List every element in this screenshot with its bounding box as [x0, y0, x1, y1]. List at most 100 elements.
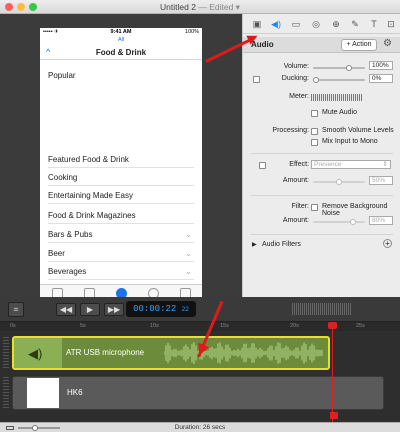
phone-time: 9:41 AM — [110, 29, 132, 35]
list-item[interactable]: Beverages ⌄ — [48, 264, 194, 280]
track-handle[interactable] — [3, 377, 9, 409]
effect-label: Effect: — [289, 161, 309, 168]
callout-icon[interactable]: ◎ — [310, 18, 322, 30]
effect-select-value: Presence — [314, 161, 342, 168]
track-name: HK6 — [67, 388, 83, 397]
remove-noise-checkbox[interactable] — [311, 204, 318, 211]
all-link[interactable]: All — [40, 37, 202, 43]
battery-level: 100% — [184, 29, 199, 35]
ruler-tick: 20s — [290, 323, 299, 329]
rewind-button[interactable]: ◀◀ — [56, 303, 76, 316]
list-item[interactable]: Bars & Pubs ⌄ — [48, 227, 194, 243]
category-title: Food & Drink — [95, 48, 147, 57]
ruler-tick: 15s — [220, 323, 229, 329]
playhead-handle[interactable] — [328, 322, 337, 329]
add-filter-icon[interactable]: + — [383, 239, 392, 248]
smooth-volume-checkbox[interactable] — [311, 128, 318, 135]
window-title: Untitled 2 — Edited ▾ — [0, 2, 400, 13]
mix-to-mono-checkbox[interactable] — [311, 139, 318, 146]
divider — [251, 195, 393, 196]
audio-section-header: Audio + Action ⚙ — [243, 37, 400, 53]
ruler-tick: 0s — [10, 323, 16, 329]
list-item-label: Entertaining Made Easy — [48, 191, 133, 200]
fast-forward-button[interactable]: ▶▶ — [104, 303, 124, 316]
effect-amount-field[interactable]: 50% — [369, 176, 393, 185]
playhead-end-marker[interactable] — [330, 412, 338, 419]
text-icon[interactable]: T — [368, 18, 380, 30]
audio-track-clip[interactable]: ◀) ATR USB microphone — [12, 336, 330, 370]
effect-amount-slider[interactable] — [313, 179, 365, 185]
iphone-screen: ••••• ✈ 9:41 AM 100% All ^ Food & Drink … — [40, 28, 202, 311]
properties-panel: ▣ ◀) ▭ ◎ ⊕ ✎ T ⊡ Audio + Action ⚙ Volume… — [242, 14, 400, 297]
list-item[interactable]: Featured Food & Drink — [48, 152, 194, 168]
ducking-slider[interactable] — [313, 77, 365, 83]
window-edited-indicator[interactable]: — Edited ▾ — [198, 2, 240, 12]
volume-value-field[interactable]: 100% — [369, 61, 393, 70]
divider — [251, 234, 393, 235]
add-action-button[interactable]: + Action — [341, 39, 377, 51]
ducking-value-field[interactable]: 0% — [369, 74, 393, 83]
list-item[interactable]: Entertaining Made Easy — [48, 188, 194, 204]
audio-clip-thumb: ◀) — [14, 338, 62, 368]
play-button[interactable]: ▶ — [80, 303, 100, 316]
recording-canvas[interactable]: ••••• ✈ 9:41 AM 100% All ^ Food & Drink … — [0, 14, 242, 311]
popular-label[interactable]: Popular — [48, 71, 76, 80]
time-ruler[interactable]: 0s 5s 10s 15s 20s 25s — [0, 322, 400, 331]
list-item[interactable]: Food & Drink Magazines — [48, 208, 194, 224]
mix-to-mono-label: Mix Input to Mono — [322, 138, 378, 145]
effect-amount-knob[interactable] — [336, 179, 342, 185]
status-bar: Duration: 26 secs — [0, 422, 400, 432]
inspector-toolbar: ▣ ◀) ▭ ◎ ⊕ ✎ T ⊡ — [243, 14, 400, 34]
audio-waveform — [164, 342, 323, 364]
list-item-label: Featured Food & Drink — [48, 155, 129, 164]
list-item[interactable]: Cooking — [48, 170, 194, 186]
ducking-label: Ducking: — [281, 75, 309, 82]
timecode-display: 00:00:22 22 — [126, 301, 196, 317]
divider — [251, 153, 393, 154]
filter-amount-label: Amount: — [282, 217, 309, 224]
filter-amount-slider[interactable] — [313, 219, 365, 225]
chevron-down-icon: ⌄ — [185, 230, 192, 239]
list-item-label: Cooking — [48, 173, 78, 182]
screen-recording-icon[interactable]: ▭ — [290, 18, 302, 30]
speaker-icon: ◀) — [28, 346, 43, 361]
mute-audio-checkbox[interactable] — [311, 110, 318, 117]
ducking-slider-knob[interactable] — [313, 77, 319, 83]
effect-select[interactable]: Presence ⇕ — [311, 160, 391, 169]
volume-slider-knob[interactable] — [346, 65, 353, 71]
ruler-tick: 5s — [80, 323, 86, 329]
gear-icon[interactable]: ⚙ — [383, 38, 392, 49]
cursor-icon[interactable]: ⊕ — [330, 18, 342, 30]
ruler-tick: 10s — [150, 323, 159, 329]
filter-amount-knob[interactable] — [349, 219, 356, 225]
volume-slider[interactable] — [313, 65, 365, 71]
timecode-frames: 22 — [181, 306, 189, 313]
list-item-label: Beer — [48, 249, 65, 258]
audio-filters-label[interactable]: Audio Filters — [262, 241, 301, 248]
list-item-label: Beverages — [48, 267, 87, 276]
mute-audio-label: Mute Audio — [322, 109, 358, 116]
timeline-panel: ⌗ ◀◀ ▶ ▶▶ 00:00:22 22 0s 5s 10s 15s 20s … — [0, 297, 400, 432]
video-clip-thumbnail — [27, 378, 59, 408]
duration-label: Duration: 26 secs — [174, 424, 226, 431]
video-track-clip[interactable]: HK6 — [12, 376, 384, 410]
chevron-updown-icon: ⇕ — [382, 161, 388, 168]
list-item-label: Bars & Pubs — [48, 230, 93, 239]
smooth-volume-label: Smooth Volume Levels — [322, 127, 394, 134]
filter-amount-field[interactable]: 80% — [369, 216, 393, 225]
audio-level-meter — [292, 303, 352, 315]
disclosure-triangle-icon[interactable]: ▶ — [252, 241, 257, 248]
timeline-controls: ⌗ ◀◀ ▶ ▶▶ 00:00:22 22 — [0, 297, 400, 322]
annotation-icon[interactable]: ⊡ — [385, 18, 397, 30]
audio-meter — [311, 94, 363, 101]
pen-icon[interactable]: ✎ — [349, 18, 361, 30]
crop-icon[interactable]: ⌗ — [8, 302, 24, 317]
playhead[interactable] — [332, 322, 333, 422]
video-inspector-icon[interactable]: ▣ — [251, 18, 263, 30]
list-item[interactable]: Beer ⌄ — [48, 246, 194, 262]
audio-inspector-icon[interactable]: ◀) — [270, 18, 282, 30]
track-handle[interactable] — [3, 337, 9, 369]
phone-status-bar: ••••• ✈ 9:41 AM 100% — [40, 28, 202, 37]
volume-label: Volume: — [283, 63, 309, 70]
ruler-tick: 25s — [356, 323, 365, 329]
